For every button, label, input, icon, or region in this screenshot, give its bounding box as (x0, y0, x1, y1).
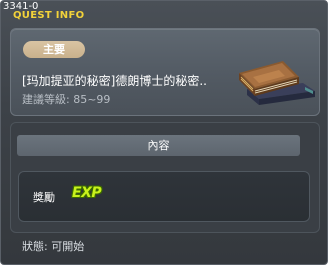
quest-status: 狀態: 可開始 (22, 240, 85, 253)
quest-recommended-level: 建議等級: 85~99 (22, 93, 111, 106)
exp-icon[interactable]: EXP (72, 185, 102, 201)
quest-info-window: 3341-0 QUEST INFO 主要 [玛加提亚的秘密]德朗博士的秘密.. … (0, 0, 328, 265)
book-icon (239, 61, 315, 105)
content-panel: 內容 獎勵 EXP (10, 122, 320, 233)
quest-type-tag: 主要 (23, 41, 85, 58)
window-title: QUEST INFO (13, 10, 85, 21)
reward-label: 獎勵 (33, 191, 55, 204)
content-header: 內容 (17, 135, 300, 156)
quest-name: [玛加提亚的秘密]德朗博士的秘密.. (22, 74, 207, 88)
reward-box: 獎勵 EXP (18, 171, 310, 222)
